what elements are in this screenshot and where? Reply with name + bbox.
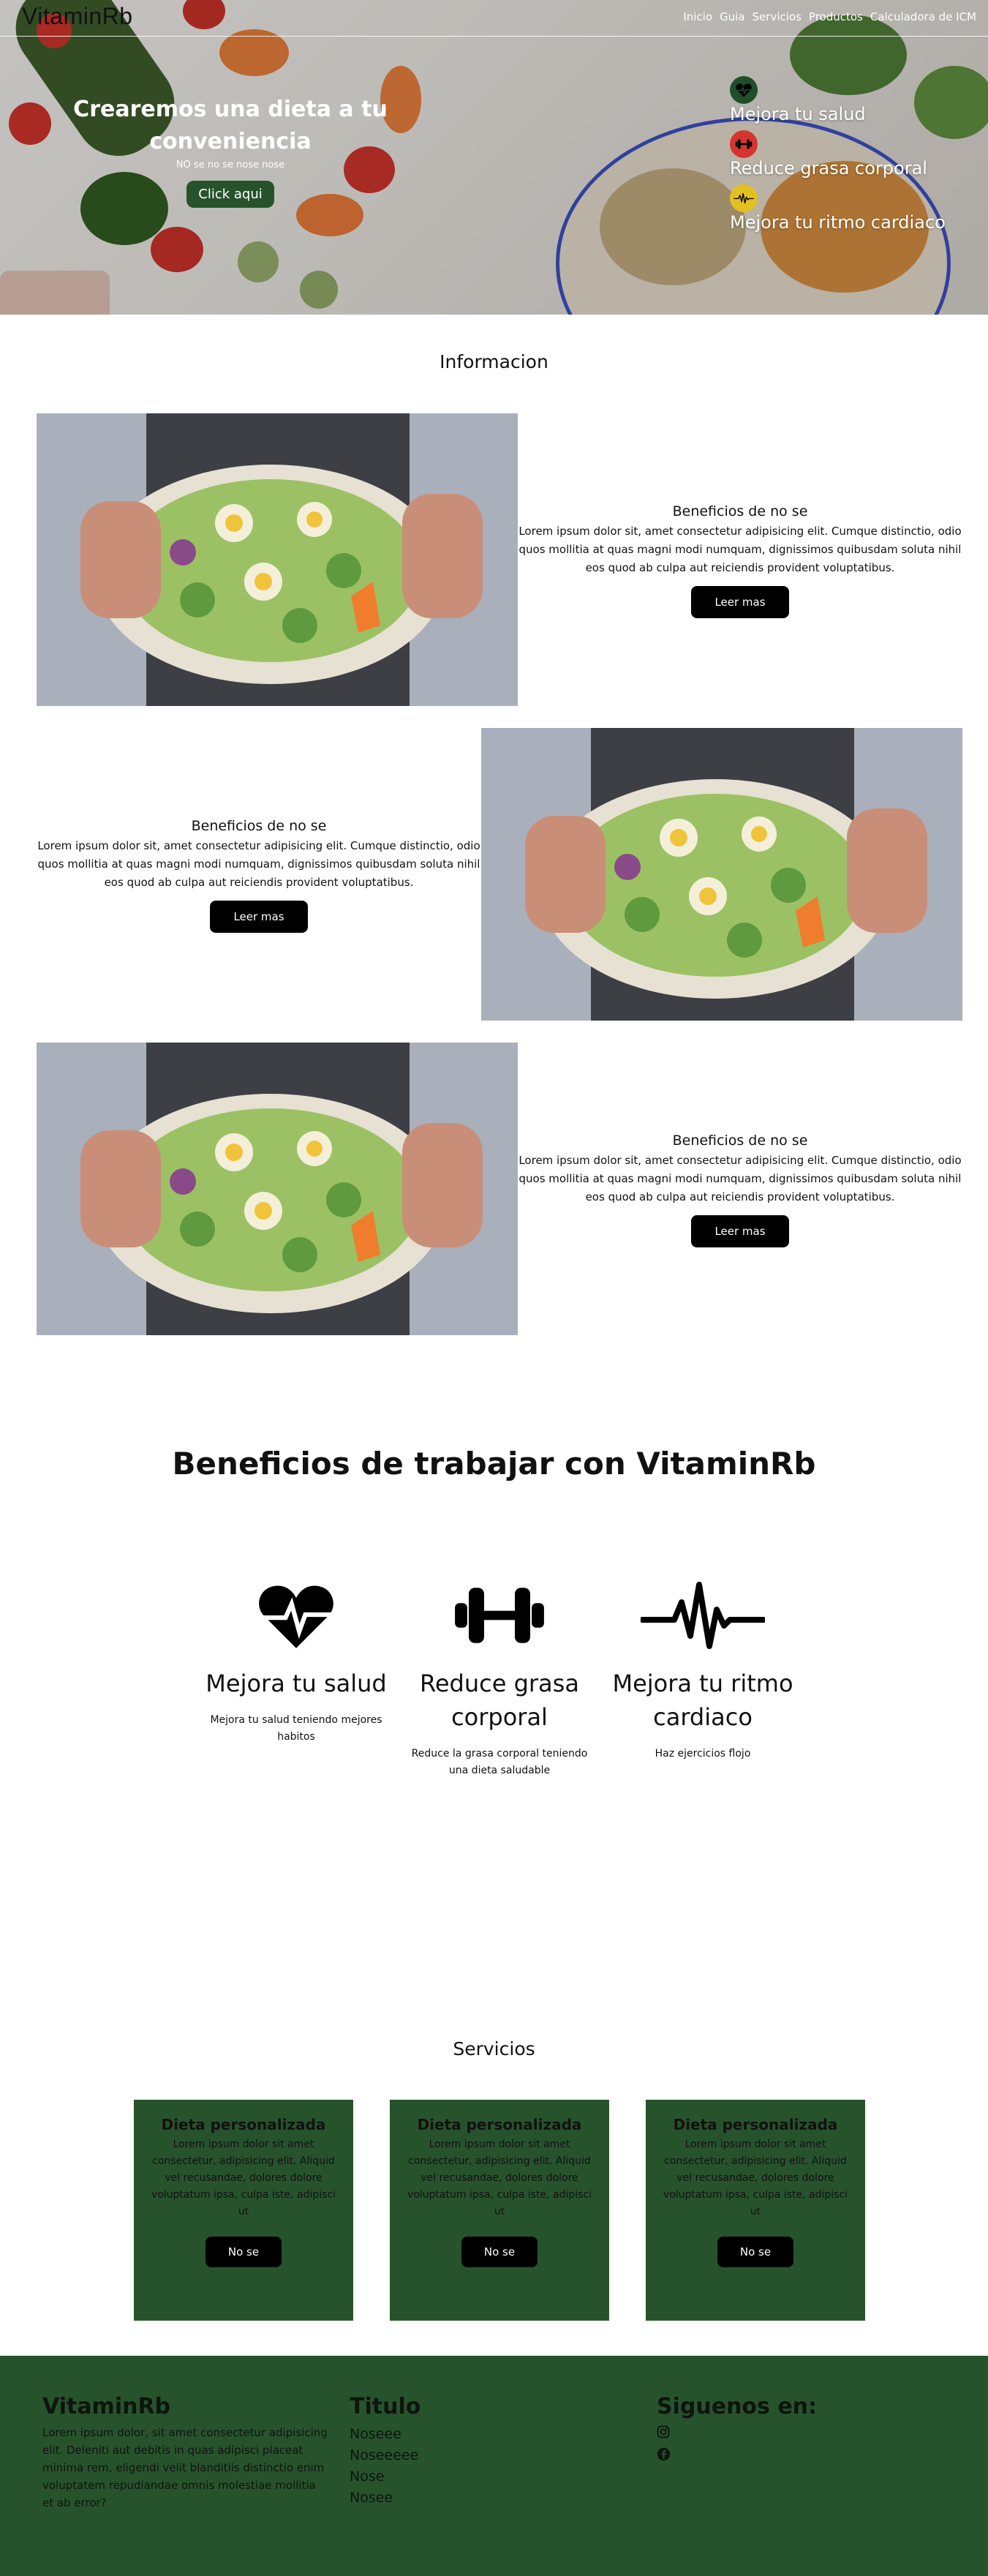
hero-highlight-label: Reduce grasa corporal <box>730 158 927 179</box>
heart-pulse-icon <box>730 76 758 104</box>
service-card-title: Dieta personalizada <box>161 2116 326 2133</box>
hero-cta-button[interactable]: Click aqui <box>186 181 274 208</box>
benefit-name: Mejora tu salud <box>205 1670 387 1697</box>
read-more-button[interactable]: Leer mas <box>691 586 789 618</box>
benefit-card: Mejora tu salud Mejora tu salud teniendo… <box>200 1580 392 1746</box>
info-item-title: Beneficios de no se <box>672 1133 808 1149</box>
footer-links-title: Titulo <box>350 2394 421 2419</box>
footer-link[interactable]: Noseeeee <box>350 2445 569 2466</box>
nav-link-inicio[interactable]: Inicio <box>683 10 712 23</box>
service-card-button[interactable]: No se <box>717 2237 793 2267</box>
info-section-title: Informacion <box>440 351 548 372</box>
hero-banner: VitaminRb Inicio Guia Servicios Producto… <box>0 0 988 315</box>
service-card-button[interactable]: No se <box>461 2237 538 2267</box>
service-card-button[interactable]: No se <box>205 2237 282 2267</box>
service-card-body: Lorem ipsum dolor sit amet consectetur, … <box>151 2138 336 2218</box>
site-footer: VitaminRb Lorem ipsum dolor, sit amet co… <box>0 2356 988 2576</box>
service-card-title: Dieta personalizada <box>417 2116 582 2133</box>
info-item-body: Lorem ipsum dolor sit, amet consectetur … <box>518 525 962 574</box>
nav-link-productos[interactable]: Productos <box>809 10 863 23</box>
info-item-title: Beneficios de no se <box>672 503 808 519</box>
footer-link[interactable]: Nose <box>350 2466 569 2487</box>
footer-social-title: Siguenos en: <box>657 2394 818 2419</box>
salad-bowl-image <box>37 1043 518 1335</box>
benefit-name: Mejora tu ritmo cardiaco <box>612 1670 793 1731</box>
benefit-card: Reduce grasa corporal Reduce la grasa co… <box>404 1580 595 1779</box>
hero-highlight-label: Mejora tu ritmo cardiaco <box>730 212 946 233</box>
read-more-button[interactable]: Leer mas <box>691 1215 789 1247</box>
heartbeat-icon <box>730 184 758 212</box>
info-item-body: Lorem ipsum dolor sit, amet consectetur … <box>37 839 480 889</box>
service-card: Dieta personalizada Lorem ipsum dolor si… <box>646 2100 865 2321</box>
benefit-description: Reduce la grasa corporal teniendo una di… <box>411 1748 588 1776</box>
footer-about-text: Lorem ipsum dolor, sit amet consectetur … <box>42 2426 328 2509</box>
benefits-title: Beneficios de trabajar con VitaminRb <box>172 1446 816 1482</box>
footer-about: VitaminRb Lorem ipsum dolor, sit amet co… <box>42 2394 328 2512</box>
instagram-icon[interactable] <box>657 2425 876 2447</box>
nav-link-calculadora[interactable]: Calculadora de ICM <box>870 10 976 23</box>
salad-bowl-image <box>37 413 518 706</box>
brand-logo[interactable]: VitaminRb <box>22 3 133 30</box>
footer-social: Siguenos en: <box>657 2394 876 2469</box>
read-more-button[interactable]: Leer mas <box>210 901 308 933</box>
heartbeat-icon <box>641 1582 765 1649</box>
info-item-body: Lorem ipsum dolor sit, amet consectetur … <box>518 1154 962 1203</box>
nav-link-guia[interactable]: Guia <box>720 10 745 23</box>
benefit-name: Reduce grasa corporal <box>420 1670 579 1731</box>
service-card: Dieta personalizada Lorem ipsum dolor si… <box>390 2100 609 2321</box>
salad-bowl-image <box>481 728 962 1021</box>
facebook-icon[interactable] <box>657 2447 876 2469</box>
hero-title: Crearemos una dieta a tu conveniencia <box>73 97 388 154</box>
dumbbell-icon <box>730 130 758 158</box>
footer-link[interactable]: Nosee <box>350 2487 569 2509</box>
service-card-title: Dieta personalizada <box>673 2116 838 2133</box>
heart-pulse-icon <box>259 1585 333 1648</box>
info-item-title: Beneficios de no se <box>191 818 327 834</box>
footer-link[interactable]: Noseee <box>350 2424 569 2445</box>
service-card-body: Lorem ipsum dolor sit amet consectetur, … <box>407 2138 592 2218</box>
nav-menu: Inicio Guia Servicios Productos Calculad… <box>683 10 976 23</box>
benefit-card: Mejora tu ritmo cardiaco Haz ejercicios … <box>607 1580 799 1762</box>
dumbbell-icon <box>455 1588 544 1643</box>
info-text-block: Beneficios de no se Lorem ipsum dolor si… <box>518 503 962 618</box>
hero-highlight-label: Mejora tu salud <box>730 104 866 124</box>
nav-link-servicios[interactable]: Servicios <box>753 10 802 23</box>
benefit-description: Mejora tu salud teniendo mejores habitos <box>210 1714 382 1743</box>
info-text-block: Beneficios de no se Lorem ipsum dolor si… <box>518 1133 962 1247</box>
services-section-title: Servicios <box>453 2038 535 2059</box>
benefit-description: Haz ejercicios flojo <box>655 1748 751 1760</box>
hero-content: Crearemos una dieta a tu conveniencia NO… <box>73 94 388 208</box>
hero-subtitle: NO se no se nose nose <box>176 159 285 170</box>
footer-links: Titulo Noseee Noseeeee Nose Nosee <box>350 2394 569 2509</box>
service-card-body: Lorem ipsum dolor sit amet consectetur, … <box>663 2138 848 2218</box>
service-card: Dieta personalizada Lorem ipsum dolor si… <box>134 2100 353 2321</box>
top-navbar: VitaminRb Inicio Guia Servicios Producto… <box>0 0 988 37</box>
footer-brand: VitaminRb <box>42 2394 171 2419</box>
info-text-block: Beneficios de no se Lorem ipsum dolor si… <box>37 818 481 933</box>
